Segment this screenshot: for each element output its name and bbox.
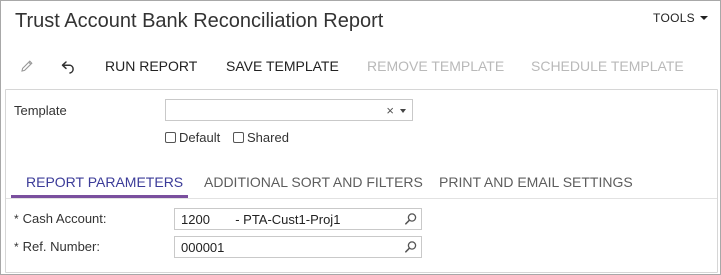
save-template-button[interactable]: SAVE TEMPLATE xyxy=(226,58,339,74)
pencil-icon[interactable] xyxy=(16,55,38,77)
shared-checkbox[interactable]: Shared xyxy=(233,130,289,145)
shared-checkbox-label: Shared xyxy=(247,130,289,145)
page-title: Trust Account Bank Reconciliation Report xyxy=(15,10,384,32)
tools-label: TOOLS xyxy=(653,11,695,25)
template-select[interactable]: × xyxy=(165,99,413,121)
cash-account-input[interactable]: 1200 - PTA-Cust1-Proj1 xyxy=(174,208,422,230)
schedule-template-button[interactable]: SCHEDULE TEMPLATE xyxy=(531,58,684,74)
chevron-down-icon xyxy=(700,16,708,20)
toolbar: RUN REPORT SAVE TEMPLATE REMOVE TEMPLATE… xyxy=(1,51,720,81)
tab-divider xyxy=(6,198,717,199)
report-form-panel: Template × Default Shared REPORT PARAMET… xyxy=(5,89,718,273)
required-mark: * xyxy=(14,240,19,254)
cash-account-label: * Cash Account: xyxy=(14,211,107,226)
search-icon[interactable] xyxy=(404,240,418,254)
required-mark: * xyxy=(14,212,19,226)
template-label: Template xyxy=(14,103,67,118)
default-checkbox-label: Default xyxy=(179,130,221,145)
report-window: Trust Account Bank Reconciliation Report… xyxy=(0,0,721,275)
tab-report-parameters[interactable]: REPORT PARAMETERS xyxy=(26,174,183,190)
checkbox-box[interactable] xyxy=(233,132,244,143)
tab-strip: REPORT PARAMETERS ADDITIONAL SORT AND FI… xyxy=(6,168,717,199)
default-checkbox[interactable]: Default xyxy=(165,130,220,145)
checkbox-box[interactable] xyxy=(165,132,176,143)
tab-additional-sort-and-filters[interactable]: ADDITIONAL SORT AND FILTERS xyxy=(204,174,423,190)
cash-account-value: 1200 - PTA-Cust1-Proj1 xyxy=(181,212,341,227)
tools-menu[interactable]: TOOLS xyxy=(653,11,708,25)
clear-icon[interactable]: × xyxy=(386,103,394,118)
tab-print-and-email-settings[interactable]: PRINT AND EMAIL SETTINGS xyxy=(439,174,633,190)
dropdown-arrow-icon[interactable] xyxy=(400,109,406,113)
run-report-button[interactable]: RUN REPORT xyxy=(105,58,197,74)
search-icon[interactable] xyxy=(404,212,418,226)
undo-icon[interactable] xyxy=(58,55,80,77)
remove-template-button[interactable]: REMOVE TEMPLATE xyxy=(367,58,504,74)
ref-number-label: * Ref. Number: xyxy=(14,239,100,254)
ref-number-value: 000001 xyxy=(181,240,225,255)
ref-number-input[interactable]: 000001 xyxy=(174,236,422,258)
